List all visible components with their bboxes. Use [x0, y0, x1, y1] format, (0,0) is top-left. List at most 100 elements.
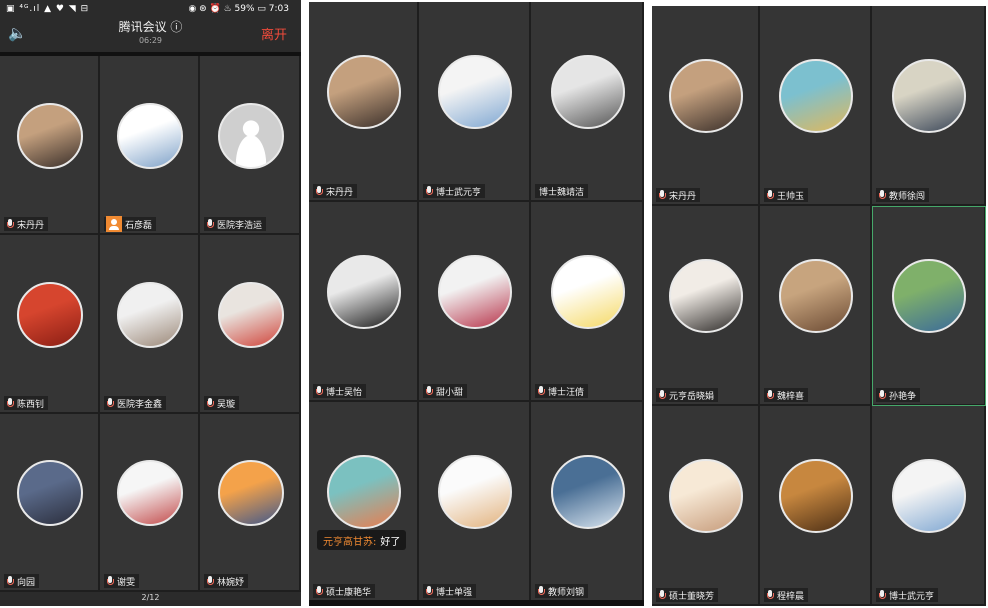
participant-avatar [17, 103, 83, 169]
participant-name-tag: 陈西钊 [4, 396, 49, 410]
participant-name-tag: 魏梓喜 [764, 388, 809, 402]
participant-tile[interactable]: 向园 [0, 414, 100, 592]
page-indicator[interactable]: 2/12 [0, 593, 301, 602]
user-icon [106, 216, 122, 232]
participant-avatar [892, 259, 966, 333]
participant-name-tag: 教师徐闯 [876, 188, 930, 202]
mic-icon [878, 190, 886, 200]
participant-tile[interactable]: 医院李金鑫 [100, 235, 200, 414]
participant-name-tag: 博士汪倩 [535, 384, 589, 398]
mic-icon [658, 190, 666, 200]
chat-sender: 元亨高甘苏: [323, 536, 377, 548]
mic-icon [206, 219, 214, 229]
participant-avatar [218, 282, 284, 348]
participant-name: 硕士董晓芳 [669, 591, 715, 602]
participant-tile[interactable]: 硕士董晓芳 [652, 406, 760, 606]
participant-name: 博士武元亨 [436, 187, 482, 198]
participant-name-tag: 医院李金鑫 [104, 396, 167, 410]
participant-name: 元亨岳晓娟 [669, 391, 715, 402]
participant-avatar [117, 103, 183, 169]
mic-icon [106, 398, 114, 408]
participant-name: 医院李金鑫 [117, 399, 163, 410]
participant-tile[interactable]: 孙艳争 [872, 206, 986, 406]
leave-button[interactable]: 离开 [261, 24, 287, 43]
participant-avatar [218, 460, 284, 526]
mic-icon [315, 586, 323, 596]
participant-tile[interactable]: 博士单强 [419, 402, 531, 602]
participant-name: 谢雯 [117, 577, 136, 588]
participant-avatar [669, 459, 743, 533]
participant-avatar [669, 259, 743, 333]
participant-tile[interactable]: 石彦磊 [100, 56, 200, 235]
participant-name: 石彦磊 [125, 220, 153, 231]
participant-name: 林婉妤 [217, 577, 245, 588]
mic-icon [425, 586, 433, 596]
participant-tile[interactable]: 吴璇 [200, 235, 301, 414]
participant-avatar [117, 460, 183, 526]
participant-tile[interactable]: 教师刘钢 [531, 402, 644, 602]
participant-tile[interactable]: 博士汪倩 [531, 202, 644, 402]
participant-tile[interactable]: 谢雯 [100, 414, 200, 592]
participant-tile[interactable]: 程梓晨 [760, 406, 872, 606]
participant-grid: 宋丹丹 王帅玉 教师徐闯元亨岳晓娟 魏梓喜 孙艳争硕士董晓芳 程梓晨 博士武元亨 [652, 6, 986, 606]
participant-tile[interactable]: 博士魏靖洁 [531, 2, 644, 202]
participant-name: 陈西钊 [17, 399, 45, 410]
participant-tile[interactable]: 林婉妤 [200, 414, 301, 592]
participant-name: 宋丹丹 [326, 187, 354, 198]
participant-tile[interactable]: 宋丹丹 [0, 56, 100, 235]
participant-tile[interactable]: 博士武元亨 [872, 406, 986, 606]
participant-name-tag: 程梓晨 [764, 588, 809, 602]
participant-name-tag: 宋丹丹 [313, 184, 358, 198]
mic-icon [6, 398, 14, 408]
participant-name: 博士汪倩 [548, 387, 585, 398]
participant-tile[interactable]: 教师徐闯 [872, 6, 986, 206]
participant-name-tag: 教师刘钢 [535, 584, 589, 598]
participant-tile[interactable]: 宋丹丹 [652, 6, 760, 206]
status-right-info: ◉ ⊛ ⏰ ♨ 59% ▭ 7:03 [188, 4, 289, 14]
meeting-title[interactable]: 腾讯会议 ⓘ [0, 18, 301, 35]
participant-tile[interactable]: 甜小甜 [419, 202, 531, 402]
participant-name: 博士武元亨 [889, 591, 935, 602]
meeting-screen-3: 宋丹丹 王帅玉 教师徐闯元亨岳晓娟 魏梓喜 孙艳争硕士董晓芳 程梓晨 博士武元亨 [652, 6, 986, 606]
participant-avatar [17, 282, 83, 348]
participant-tile[interactable]: 陈西钊 [0, 235, 100, 414]
participant-name-tag: 甜小甜 [423, 384, 468, 398]
participant-avatar [779, 59, 853, 133]
mic-icon [878, 390, 886, 400]
mic-icon [206, 398, 214, 408]
participant-name-tag: 博士吴怡 [313, 384, 367, 398]
participant-name-tag: 博士魏靖洁 [535, 184, 589, 198]
participant-tile[interactable]: 元亨岳晓娟 [652, 206, 760, 406]
mic-icon [6, 219, 14, 229]
participant-name-tag: 宋丹丹 [656, 188, 701, 202]
status-left-icons: ▣ ⁴ᴳ.ıl ▲ ♥ ◥ ⊟ [6, 4, 90, 14]
participant-name: 教师徐闯 [889, 191, 926, 202]
participant-tile[interactable]: 魏梓喜 [760, 206, 872, 406]
participant-avatar [779, 259, 853, 333]
participant-tile[interactable]: 博士武元亨 [419, 2, 531, 202]
participant-name-tag: 元亨岳晓娟 [656, 388, 719, 402]
participant-name: 向园 [17, 577, 36, 588]
default-avatar [218, 103, 284, 169]
participant-name-tag: 博士武元亨 [423, 184, 486, 198]
participant-avatar [327, 255, 401, 329]
participant-avatar [779, 459, 853, 533]
mic-icon [425, 186, 433, 196]
participant-tile[interactable]: 医院李浩运 [200, 56, 301, 235]
mic-icon [537, 586, 545, 596]
participant-name-tag: 林婉妤 [204, 574, 249, 588]
participant-avatar [17, 460, 83, 526]
participant-avatar [669, 59, 743, 133]
participant-avatar [117, 282, 183, 348]
mic-icon [537, 386, 545, 396]
meeting-screen-2: 宋丹丹 博士武元亨 博士魏靖洁博士吴怡 甜小甜 博士汪倩硕士康艳华 博士单强 教师刘钢 元亨… [309, 2, 644, 606]
mic-icon [425, 386, 433, 396]
participant-tile[interactable]: 博士吴怡 [309, 202, 419, 402]
participant-tile[interactable]: 王帅玉 [760, 6, 872, 206]
participant-avatar [438, 255, 512, 329]
participant-name: 博士单强 [436, 587, 473, 598]
meeting-timer: 06:29 [138, 36, 163, 45]
participant-tile[interactable]: 硕士康艳华 [309, 402, 419, 602]
participant-name-tag: 宋丹丹 [4, 217, 49, 231]
participant-tile[interactable]: 宋丹丹 [309, 2, 419, 202]
